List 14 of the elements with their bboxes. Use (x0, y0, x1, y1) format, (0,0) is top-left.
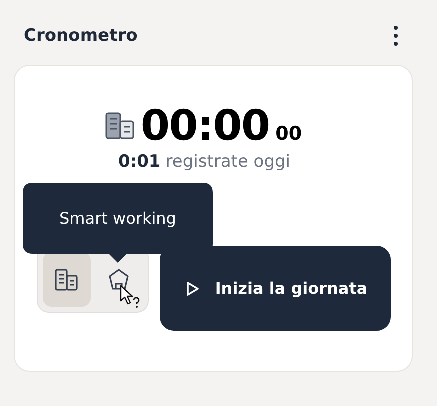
recorded-time: 0:01 (118, 152, 161, 172)
tooltip: Smart working (23, 183, 213, 263)
elapsed-seconds: 00 (276, 123, 302, 145)
start-day-button[interactable]: Inizia la giornata (160, 246, 391, 331)
recorded-label: registrate oggi (166, 152, 291, 172)
building-icon (55, 268, 79, 290)
building-icon (104, 112, 135, 140)
house-icon (107, 268, 131, 292)
play-icon (186, 280, 200, 296)
office-mode-button[interactable] (43, 252, 91, 307)
elapsed-time: 00:00 (140, 101, 270, 150)
widget-title: Cronometro (24, 26, 138, 46)
more-options-icon[interactable] (393, 25, 399, 47)
help-cursor-icon (120, 285, 142, 309)
